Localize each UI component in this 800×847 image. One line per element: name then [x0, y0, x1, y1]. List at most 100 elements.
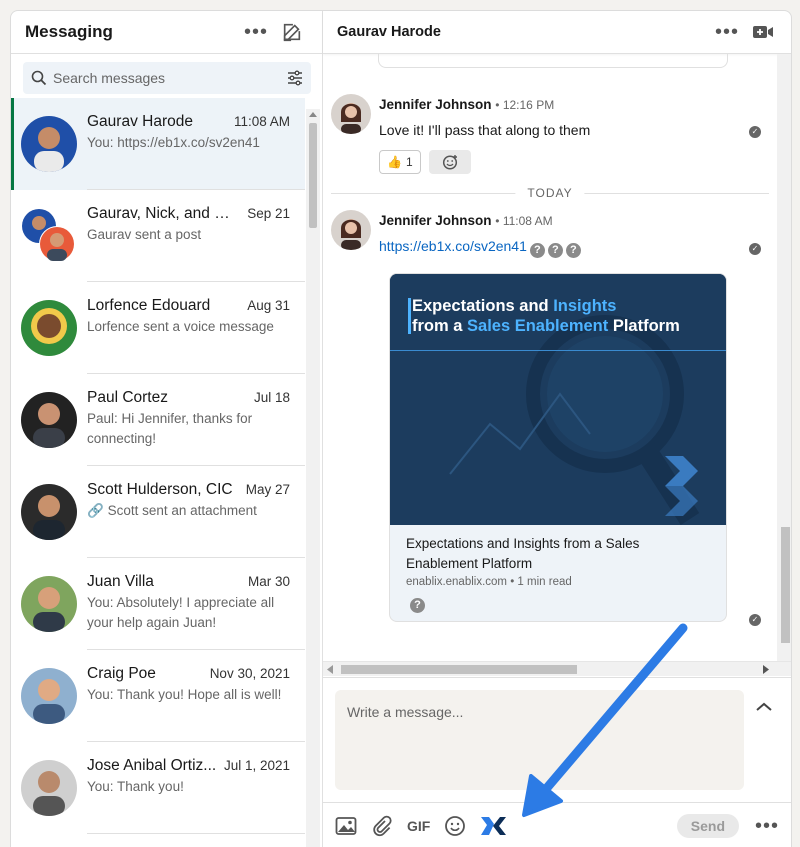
- conversation-date: Aug 31: [247, 298, 290, 313]
- message-thread: Jennifer Johnson • 12:16 PM Love it! I'l…: [323, 54, 777, 661]
- conversation-date: Sep 21: [247, 206, 290, 221]
- sidebar-title: Messaging: [25, 22, 113, 41]
- scroll-right-arrow-icon[interactable]: [763, 665, 769, 674]
- attachment-icon: 🔗: [87, 503, 104, 518]
- conversation-item[interactable]: Gaurav Harode 11:08 AM You: https://eb1x.…: [11, 98, 305, 190]
- scrollbar-thumb[interactable]: [781, 527, 790, 643]
- conversation-name: Juan Villa: [87, 573, 154, 590]
- sender-avatar[interactable]: [331, 210, 371, 250]
- conversation-snippet: Paul: Hi Jennifer, thanks for connecting…: [87, 411, 253, 446]
- compose-area: Write a message... GIF Send •••: [323, 677, 791, 847]
- conversation-snippet: You: https://eb1x.co/sv2en41: [87, 135, 260, 150]
- messaging-window: Messaging ••• Search messages Gaurav Har…: [10, 10, 792, 847]
- avatar: [21, 300, 77, 356]
- reaction-count: 1: [405, 155, 413, 169]
- message-input[interactable]: Write a message...: [335, 690, 744, 790]
- help-icon[interactable]: ?: [565, 243, 581, 258]
- read-receipt-icon: ✓: [749, 126, 761, 138]
- add-emoji-icon: [442, 155, 457, 170]
- video-call-icon[interactable]: [747, 16, 779, 48]
- thread-options-icon[interactable]: •••: [707, 22, 747, 42]
- conversation-snippet: Gaurav sent a post: [87, 227, 202, 242]
- conversation-list: Gaurav Harode 11:08 AM You: https://eb1x.…: [11, 98, 305, 847]
- conversation-date: Jul 1, 2021: [223, 758, 290, 773]
- date-divider-label: TODAY: [515, 186, 585, 200]
- message-time: 11:08 AM: [502, 214, 553, 228]
- conversation-snippet: You: Thank you! Hope all is well!: [87, 687, 282, 702]
- conversation-item[interactable]: Juan Villa Mar 30 You: Absolutely! I appr…: [11, 558, 305, 650]
- message-text: Love it! I'll pass that along to them: [379, 122, 591, 138]
- conversation-date: Nov 30, 2021: [209, 666, 290, 681]
- message-link[interactable]: https://eb1x.co/sv2en41: [379, 238, 527, 254]
- reaction-button[interactable]: 👍 1: [379, 150, 421, 174]
- group-avatar: [22, 209, 75, 262]
- link-preview-image: Expectations and Insights from a Sales E…: [390, 274, 726, 525]
- read-receipt-icon: ✓: [749, 614, 761, 626]
- search-input[interactable]: Search messages: [53, 70, 287, 86]
- enablix-extension-icon[interactable]: [480, 816, 507, 836]
- send-button[interactable]: Send: [676, 814, 739, 838]
- add-reaction-button[interactable]: [428, 150, 471, 174]
- conversation-name: Gaurav, Nick, and you: [87, 205, 237, 222]
- conversation-snippet: Lorfence sent a voice message: [87, 319, 274, 334]
- read-receipt-icon: ✓: [749, 243, 761, 255]
- conversation-name: Craig Poe: [87, 665, 156, 682]
- thread-scrollbar[interactable]: [777, 54, 791, 661]
- image-icon[interactable]: [335, 816, 357, 836]
- compose-toolbar: GIF Send •••: [323, 802, 791, 847]
- conversation-date: Jul 18: [253, 390, 290, 405]
- avatar: [21, 760, 77, 816]
- sender-name[interactable]: Jennifer Johnson: [379, 213, 492, 228]
- help-icon[interactable]: ?: [529, 243, 545, 258]
- thumbs-up-icon: 👍: [387, 155, 402, 169]
- gif-button[interactable]: GIF: [407, 818, 430, 834]
- preview-title[interactable]: Expectations and Insights from a Sales E…: [390, 525, 726, 574]
- avatar: [21, 576, 77, 632]
- conversation-item[interactable]: Gaurav, Nick, and you Sep 21 Gaurav sent …: [11, 190, 305, 282]
- conversation-snippet: You: Absolutely! I appreciate all your h…: [87, 595, 275, 630]
- thread-pane: Gaurav Harode ••• Jennifer Johnson • 12:…: [323, 11, 791, 847]
- scrollbar-thumb[interactable]: [309, 123, 317, 228]
- headline-rule: [390, 350, 726, 351]
- avatar: [21, 116, 77, 172]
- avatar: [21, 392, 77, 448]
- compose-options-icon[interactable]: •••: [753, 816, 781, 836]
- conversation-item[interactable]: Lorfence Edouard Aug 31 Lorfence sent a v…: [11, 282, 305, 374]
- filter-icon[interactable]: [287, 70, 303, 86]
- conversation-snippet: Scott sent an attachment: [107, 503, 257, 518]
- attach-file-icon[interactable]: [371, 815, 393, 837]
- thread-header: Gaurav Harode •••: [323, 11, 791, 54]
- conversation-name: Scott Hulderson, CIC: [87, 481, 233, 498]
- sender-name[interactable]: Jennifer Johnson: [379, 97, 492, 112]
- scroll-up-arrow-icon[interactable]: [309, 112, 317, 117]
- scrollbar-thumb[interactable]: [341, 665, 577, 674]
- conversation-list-scrollbar[interactable]: [306, 109, 320, 847]
- thread-title[interactable]: Gaurav Harode: [337, 24, 707, 40]
- search-box[interactable]: Search messages: [23, 62, 311, 94]
- conversation-item[interactable]: Paul Cortez Jul 18 Paul: Hi Jennifer, tha…: [11, 374, 305, 466]
- preview-source: enablix.enablix.com • 1 min read: [406, 576, 572, 588]
- previous-card-edge: [378, 54, 728, 68]
- scroll-left-arrow-icon[interactable]: [327, 665, 333, 674]
- compose-message-icon[interactable]: [276, 16, 308, 48]
- conversation-item[interactable]: Craig Poe Nov 30, 2021 You: Thank you! Ho…: [11, 650, 305, 742]
- search-icon: [31, 70, 47, 86]
- link-preview-card[interactable]: Expectations and Insights from a Sales E…: [389, 273, 727, 622]
- help-icon[interactable]: ?: [547, 243, 563, 258]
- preview-headline: Expectations and Insights from a Sales E…: [412, 297, 680, 335]
- message-time: 12:16 PM: [502, 98, 555, 112]
- avatar: [21, 484, 77, 540]
- emoji-icon[interactable]: [444, 815, 466, 837]
- sender-avatar[interactable]: [331, 94, 371, 134]
- expand-compose-icon[interactable]: [755, 700, 773, 718]
- horizontal-scrollbar[interactable]: [323, 661, 791, 676]
- more-options-icon[interactable]: •••: [236, 22, 276, 42]
- conversation-date: 11:08 AM: [233, 114, 290, 129]
- headline-accent-bar: [408, 298, 411, 334]
- conversation-snippet: You: Thank you!: [87, 779, 184, 794]
- help-icon[interactable]: ?: [410, 598, 425, 613]
- date-divider: TODAY: [323, 186, 777, 200]
- conversation-item[interactable]: Jose Anibal Ortiz... Jul 1, 2021 You: Tha…: [11, 742, 305, 834]
- conversation-name: Gaurav Harode: [87, 113, 193, 130]
- conversation-item[interactable]: Scott Hulderson, CIC May 27 🔗 Scott sent …: [11, 466, 305, 558]
